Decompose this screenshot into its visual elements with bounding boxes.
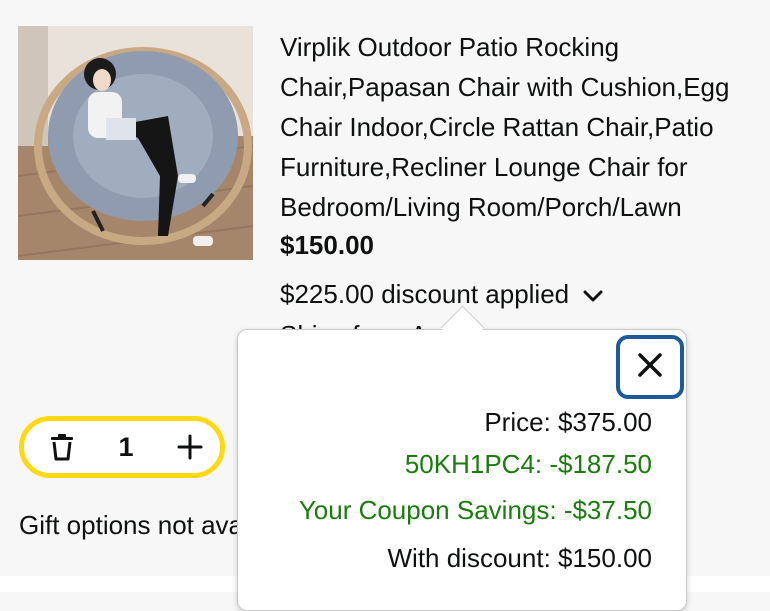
product-image[interactable] [18,26,253,260]
plus-icon[interactable] [174,431,206,463]
discount-text: $225.00 discount applied [280,279,570,309]
breakdown-promo-code: 50KH1PC4: -$187.50 [404,449,652,479]
chevron-down-icon [581,282,605,306]
discount-toggle[interactable]: $225.00 discount applied [280,277,605,311]
product-price: $150.00 [280,230,374,260]
quantity-value: 1 [118,431,134,462]
quantity-stepper[interactable]: 1 [19,416,225,478]
close-button[interactable] [616,335,684,399]
breakdown-with-discount: With discount: $150.00 [387,543,653,573]
close-icon [637,352,663,383]
product-title[interactable]: Virplik Outdoor Patio Rocking Chair,Papa… [280,27,760,227]
trash-icon[interactable] [46,431,78,463]
breakdown-price: Price: $375.00 [484,407,652,437]
breakdown-coupon-savings: Your Coupon Savings: -$37.50 [298,495,652,525]
